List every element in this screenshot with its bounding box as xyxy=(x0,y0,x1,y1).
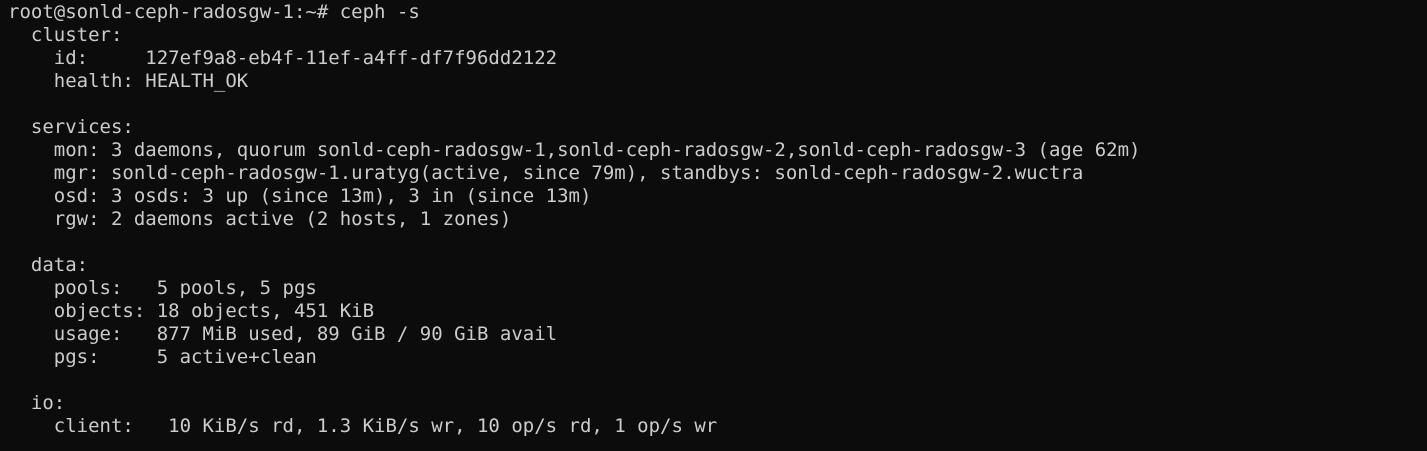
cluster-id-line: id: 127ef9a8-eb4f-11ef-a4ff-df7f96dd2122 xyxy=(8,47,558,69)
terminal-output[interactable]: root@sonld-ceph-radosgw-1:~# ceph -s clu… xyxy=(0,0,1427,451)
services-mgr-line: mgr: sonld-ceph-radosgw-1.uratyg(active,… xyxy=(8,162,1084,184)
services-heading: services: xyxy=(8,116,134,138)
data-objects-line: objects: 18 objects, 451 KiB xyxy=(8,300,375,322)
cluster-heading: cluster: xyxy=(8,24,123,46)
cluster-health-line: health: HEALTH_OK xyxy=(8,70,249,92)
services-rgw-line: rgw: 2 daemons active (2 hosts, 1 zones) xyxy=(8,208,512,230)
data-heading: data: xyxy=(8,254,89,276)
data-pools-line: pools: 5 pools, 5 pgs xyxy=(8,277,317,299)
command-prompt-line: root@sonld-ceph-radosgw-1:~# ceph -s xyxy=(8,1,420,23)
data-usage-line: usage: 877 MiB used, 89 GiB / 90 GiB ava… xyxy=(8,323,558,345)
services-mon-line: mon: 3 daemons, quorum sonld-ceph-radosg… xyxy=(8,139,1141,161)
data-pgs-line: pgs: 5 active+clean xyxy=(8,346,317,368)
io-client-line: client: 10 KiB/s rd, 1.3 KiB/s wr, 10 op… xyxy=(8,415,718,437)
services-osd-line: osd: 3 osds: 3 up (since 13m), 3 in (sin… xyxy=(8,185,592,207)
io-heading: io: xyxy=(8,392,66,414)
